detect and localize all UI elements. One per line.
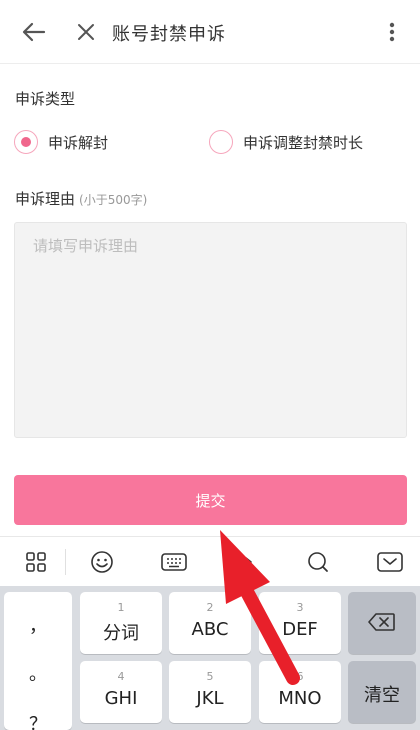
reason-textarea[interactable] xyxy=(14,222,407,438)
key-2-label: ABC xyxy=(191,619,229,640)
emoji-icon[interactable] xyxy=(86,547,118,577)
backspace-icon xyxy=(368,613,395,631)
radio-unblock-label: 申诉解封 xyxy=(48,133,109,152)
key-5-label: JKL xyxy=(196,688,224,709)
key-6-label: MNO xyxy=(278,688,322,709)
close-icon xyxy=(78,24,94,40)
key-3[interactable]: 3 DEF xyxy=(259,592,341,654)
page-title: 账号封禁申诉 xyxy=(112,24,226,45)
backspace-key[interactable] xyxy=(348,592,416,654)
key-6[interactable]: 6 MNO xyxy=(259,661,341,723)
key-3-label: DEF xyxy=(282,619,318,640)
radio-unchecked-icon xyxy=(209,130,233,154)
collapse-keyboard-icon[interactable] xyxy=(374,547,406,577)
key-4-num: 4 xyxy=(117,670,125,683)
appeal-reason-title: 申诉理由 xyxy=(15,190,76,208)
more-options-button[interactable] xyxy=(376,14,408,50)
clear-key[interactable]: 清空 xyxy=(348,661,416,723)
key-4[interactable]: 4 GHI xyxy=(80,661,162,723)
key-3-num: 3 xyxy=(296,601,304,614)
back-button[interactable] xyxy=(14,14,54,50)
ime-divider xyxy=(65,549,66,575)
key-2[interactable]: 2 ABC xyxy=(169,592,251,654)
submit-button[interactable]: 提交 xyxy=(14,475,407,525)
punct-comma[interactable]: ， xyxy=(4,612,72,638)
keyboard-icon[interactable] xyxy=(158,547,190,577)
appeal-type-label: 申诉类型 xyxy=(15,90,76,108)
punctuation-column[interactable]: ， 。 ？ xyxy=(4,592,72,730)
radio-unblock[interactable]: 申诉解封 xyxy=(14,124,108,160)
top-bar: 账号封禁申诉 xyxy=(0,0,420,64)
keyboard: ， 。 ？ 1 分词 2 ABC 3 DEF 4 GHI 5 JKL 6 MNO… xyxy=(0,586,420,730)
ime-toolbar xyxy=(0,536,420,586)
key-6-num: 6 xyxy=(296,670,304,683)
back-arrow-icon xyxy=(22,22,46,42)
punct-question[interactable]: ？ xyxy=(4,710,72,730)
appeal-reason-hint: (小于500字) xyxy=(79,193,148,207)
radio-adjust-duration[interactable]: 申诉调整封禁时长 xyxy=(209,124,363,160)
clear-key-label: 清空 xyxy=(364,685,400,706)
search-icon[interactable] xyxy=(302,547,334,577)
key-4-label: GHI xyxy=(104,688,138,709)
grid-icon[interactable] xyxy=(20,547,52,577)
key-5-num: 5 xyxy=(206,670,214,683)
key-5[interactable]: 5 JKL xyxy=(169,661,251,723)
key-2-num: 2 xyxy=(206,601,214,614)
radio-adjust-duration-label: 申诉调整封禁时长 xyxy=(243,133,364,152)
punct-period[interactable]: 。 xyxy=(4,660,72,686)
appeal-reason-label: 申诉理由 (小于500字) xyxy=(15,188,147,209)
radio-checked-icon xyxy=(14,130,38,154)
key-1-num: 1 xyxy=(117,601,125,614)
key-1[interactable]: 1 分词 xyxy=(80,592,162,654)
cursor-icon[interactable] xyxy=(230,547,262,577)
key-1-label: 分词 xyxy=(103,623,139,644)
close-button[interactable] xyxy=(68,14,104,50)
more-vertical-icon xyxy=(389,22,395,42)
